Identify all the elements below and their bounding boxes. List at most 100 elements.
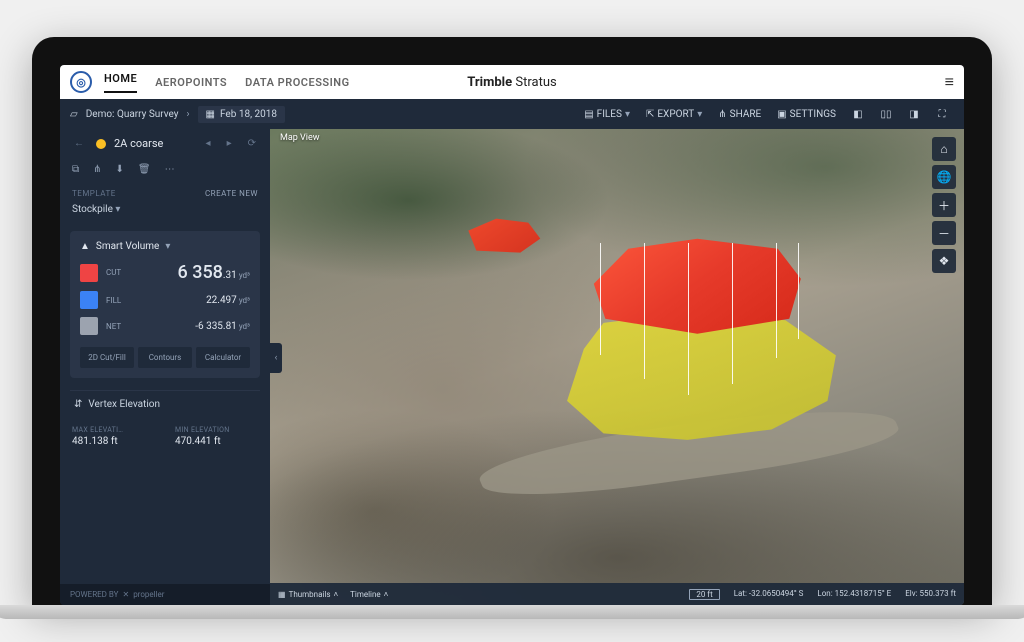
map-view-label: Map View	[280, 133, 320, 143]
zoom-out-icon[interactable]: －	[932, 221, 956, 245]
brand-title: Trimble Stratus	[467, 75, 556, 90]
view-split-left[interactable]: ◧	[846, 104, 870, 124]
scale-indicator: 20 ft	[689, 589, 719, 600]
cut-value-big: 6 358	[178, 262, 223, 283]
date-value: Feb 18, 2018	[220, 109, 277, 120]
viewport-footer: ▦ Thumbnails ˄ Timeline ˄ 20 ft Lat: -32…	[270, 583, 964, 605]
files-label: FILES	[597, 109, 622, 120]
btn-contours[interactable]: Contours	[138, 347, 192, 368]
coord-elv: Elv: 550.373 ft	[905, 589, 956, 600]
calendar-icon: ▦	[206, 109, 215, 120]
refresh-icon[interactable]: ⟳	[244, 138, 260, 149]
globe-icon[interactable]: 🌐	[932, 165, 956, 189]
settings-label: SETTINGS	[790, 109, 836, 120]
date-selector[interactable]: ▦ Feb 18, 2018	[198, 106, 285, 123]
top-nav: ◎ HOME AEROPOINTS DATA PROCESSING Trimbl…	[60, 65, 964, 99]
prev-item-icon[interactable]: ◂	[202, 138, 215, 149]
laptop-frame: ◎ HOME AEROPOINTS DATA PROCESSING Trimbl…	[32, 37, 992, 605]
fullscreen-icon[interactable]: ⛶	[930, 104, 954, 124]
project-name[interactable]: Demo: Quarry Survey	[86, 109, 179, 120]
volume-row-net: NET -6 335.81yd³	[80, 317, 250, 335]
share-icon: ⋔	[718, 109, 726, 120]
coord-lat: Lat: -32.0650494° S	[734, 589, 804, 600]
item-name: 2A coarse	[114, 137, 194, 150]
template-value: Stockpile	[72, 204, 113, 215]
cut-label: CUT	[106, 268, 128, 277]
more-icon[interactable]: ⋯	[165, 164, 175, 175]
stockpile-cut-volume	[582, 234, 812, 334]
view-split-right[interactable]: ◨	[902, 104, 926, 124]
max-elev-value: 481.138 ft	[72, 436, 155, 447]
nav-tab-home[interactable]: HOME	[104, 72, 137, 93]
project-icon: ▱	[70, 109, 78, 120]
files-menu[interactable]: ▤FILES▾	[578, 106, 636, 123]
propeller-icon: ✕	[122, 590, 129, 599]
btn-2d-cutfill[interactable]: 2D Cut/Fill	[80, 347, 134, 368]
vertex-elevation-header[interactable]: ⇵ Vertex Elevation	[70, 390, 260, 418]
fill-unit: yd³	[239, 296, 250, 305]
share-button[interactable]: ⋔ SHARE	[712, 106, 767, 123]
main-area: ← 2A coarse ◂ ▸ ⟳ ⧉ ⋔ ⬇ 🗑 ⋯ TEMPLATE CRE…	[60, 129, 964, 605]
delete-icon[interactable]: 🗑	[138, 164, 151, 175]
copy-icon[interactable]: ⧉	[72, 164, 79, 175]
share-label: SHARE	[730, 109, 762, 120]
thumbnails-tab[interactable]: ▦ Thumbnails ˄	[278, 590, 338, 599]
next-item-icon[interactable]: ▸	[223, 138, 236, 149]
min-elev-label: MIN ELEVATION	[175, 426, 258, 434]
vertex-icon: ⇵	[74, 399, 82, 410]
create-new-button[interactable]: CREATE NEW	[205, 189, 258, 198]
zoom-in-icon[interactable]: ＋	[932, 193, 956, 217]
net-value: -6 335.81	[195, 321, 237, 332]
settings-button[interactable]: ▣ SETTINGS	[771, 106, 842, 123]
max-elev-label: MAX ELEVATI…	[72, 426, 155, 434]
volume-icon: ▲	[80, 241, 90, 252]
powered-brand: propeller	[133, 590, 164, 599]
app-logo: ◎	[70, 71, 92, 93]
home-view-icon[interactable]: ⌂	[932, 137, 956, 161]
item-actions: ⧉ ⋔ ⬇ 🗑 ⋯	[60, 158, 270, 185]
cut-swatch	[80, 264, 98, 282]
btn-calculator[interactable]: Calculator	[196, 347, 250, 368]
menu-icon[interactable]: ≡	[945, 72, 954, 92]
sidebar: ← 2A coarse ◂ ▸ ⟳ ⧉ ⋔ ⬇ 🗑 ⋯ TEMPLATE CRE…	[60, 129, 270, 605]
timeline-tab[interactable]: Timeline ˄	[350, 590, 388, 599]
nav-tab-data-processing[interactable]: DATA PROCESSING	[245, 76, 349, 89]
smart-volume-card: ▲ Smart Volume ▾ CUT 6 358.31yd³ FILL 22…	[70, 231, 260, 378]
cut-value-dec: .31	[223, 270, 237, 281]
coord-lon: Lon: 152.4318715° E	[817, 589, 891, 600]
cut-unit: yd³	[239, 271, 250, 280]
viewport-tools: ⌂ 🌐 ＋ － ❖	[932, 137, 956, 273]
collapse-sidebar-icon[interactable]: ‹	[270, 343, 282, 373]
item-color-dot	[96, 139, 106, 149]
share-item-icon[interactable]: ⋔	[93, 164, 101, 175]
export-menu[interactable]: ⇱EXPORT▾	[640, 106, 708, 123]
volume-row-cut: CUT 6 358.31yd³	[80, 262, 250, 283]
card-title: Smart Volume	[96, 241, 159, 252]
net-unit: yd³	[239, 322, 250, 331]
back-icon[interactable]: ←	[70, 138, 88, 149]
sub-toolbar: ▱ Demo: Quarry Survey › ▦ Feb 18, 2018 ▤…	[60, 99, 964, 129]
volume-row-fill: FILL 22.497yd³	[80, 291, 250, 309]
elevation-stats: MAX ELEVATI… 481.138 ft MIN ELEVATION 47…	[60, 422, 270, 457]
min-elev-value: 470.441 ft	[175, 436, 258, 447]
files-icon: ▤	[584, 109, 593, 120]
fill-label: FILL	[106, 296, 128, 305]
vertex-title: Vertex Elevation	[88, 399, 160, 410]
download-icon[interactable]: ⬇	[116, 164, 124, 175]
map-viewport[interactable]: Map View ‹ ⌂ 🌐 ＋ － ❖ ▦ Thumbnails ˄ Time…	[270, 129, 964, 605]
fill-value: 22.497	[206, 295, 237, 306]
card-dropdown-icon[interactable]: ▾	[165, 241, 170, 252]
net-label: NET	[106, 322, 128, 331]
layers-icon[interactable]: ❖	[932, 249, 956, 273]
settings-icon: ▣	[777, 109, 786, 120]
fill-swatch	[80, 291, 98, 309]
view-split-center[interactable]: ▯▯	[874, 104, 898, 124]
project-next-icon[interactable]: ›	[187, 109, 190, 120]
template-select[interactable]: Stockpile ▾	[60, 202, 270, 225]
powered-by: POWERED BY ✕ propeller	[60, 584, 270, 605]
brand-bold: Trimble	[467, 75, 512, 90]
screen: ◎ HOME AEROPOINTS DATA PROCESSING Trimbl…	[60, 65, 964, 605]
export-label: EXPORT	[657, 109, 694, 120]
nav-tab-aeropoints[interactable]: AEROPOINTS	[155, 76, 227, 89]
template-label: TEMPLATE	[72, 189, 116, 198]
